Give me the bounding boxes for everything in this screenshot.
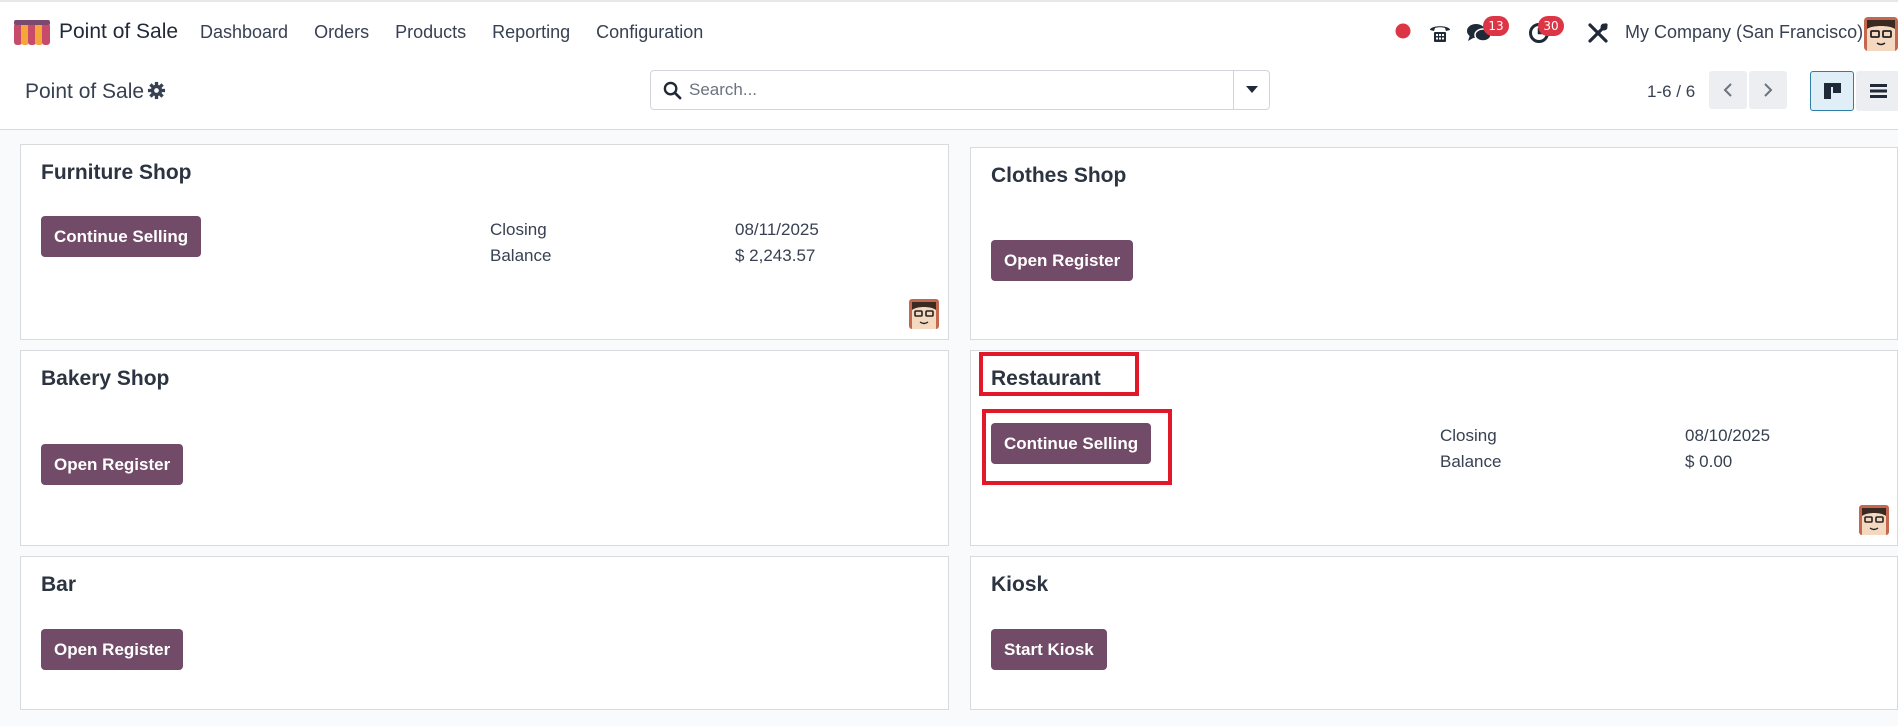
- pager-value[interactable]: 1-6 / 6: [1647, 82, 1695, 102]
- balance-value: $ 0.00: [1685, 452, 1733, 471]
- balance-label: Balance: [490, 246, 552, 265]
- card-title: Restaurant: [991, 367, 1101, 390]
- search-input[interactable]: [689, 71, 1229, 109]
- responsible-avatar[interactable]: [909, 299, 939, 329]
- card-title: Furniture Shop: [41, 161, 192, 184]
- start-kiosk-button[interactable]: Start Kiosk: [991, 629, 1107, 670]
- activities-badge: 30: [1538, 16, 1564, 36]
- closing-date: 08/10/2025: [1685, 426, 1771, 445]
- pos-card-restaurant: Restaurant Continue Selling Closing 08/1…: [970, 350, 1898, 546]
- responsible-avatar[interactable]: [1859, 505, 1889, 535]
- main-menu: Dashboard Orders Products Reporting Conf…: [200, 22, 703, 43]
- card-title: Clothes Shop: [991, 164, 1127, 187]
- card-title: Bakery Shop: [41, 367, 170, 390]
- gear-icon[interactable]: [147, 81, 166, 100]
- kanban-view-button[interactable]: [1810, 71, 1854, 111]
- pager-next-button[interactable]: [1749, 71, 1787, 109]
- balance-value: $ 2,243.57: [735, 246, 816, 265]
- continue-selling-button[interactable]: Continue Selling: [991, 423, 1152, 464]
- chevron-right-icon: [1764, 83, 1773, 97]
- company-switcher[interactable]: My Company (San Francisco): [1625, 22, 1863, 43]
- search-options-toggle[interactable]: [1233, 71, 1269, 109]
- top-navbar: Point of Sale Dashboard Orders Products …: [0, 0, 1898, 62]
- control-panel: Point of Sale 1-6 / 6: [0, 62, 1898, 130]
- closing-date: 08/11/2025: [735, 220, 819, 239]
- pos-card-kiosk: Kiosk Start Kiosk: [970, 556, 1898, 710]
- card-title: Kiosk: [991, 573, 1049, 596]
- app-name[interactable]: Point of Sale: [59, 20, 178, 44]
- record-dot-icon[interactable]: [1395, 23, 1411, 39]
- open-register-button[interactable]: Open Register: [41, 629, 184, 670]
- balance-label: Balance: [1440, 452, 1502, 471]
- card-title: Bar: [41, 573, 77, 596]
- menu-reporting[interactable]: Reporting: [492, 22, 570, 43]
- open-register-button[interactable]: Open Register: [991, 240, 1134, 281]
- search-bar: [650, 70, 1270, 110]
- phone-icon[interactable]: [1428, 22, 1452, 44]
- closing-label: Closing: [490, 220, 547, 239]
- tools-icon[interactable]: [1587, 22, 1609, 44]
- continue-selling-button[interactable]: Continue Selling: [41, 216, 202, 257]
- pos-card-bakery-shop: Bakery Shop Open Register: [20, 350, 949, 546]
- pos-card-bar: Bar Open Register: [20, 556, 949, 710]
- open-register-button[interactable]: Open Register: [41, 444, 184, 485]
- user-avatar-icon[interactable]: [1864, 17, 1898, 51]
- menu-dashboard[interactable]: Dashboard: [200, 22, 288, 43]
- menu-products[interactable]: Products: [395, 22, 466, 43]
- pos-card-clothes-shop: Clothes Shop Open Register: [970, 147, 1898, 340]
- pos-card-furniture-shop: Furniture Shop Continue Selling Closing …: [20, 144, 949, 340]
- caret-down-icon: [1246, 86, 1258, 93]
- messages-badge: 13: [1483, 16, 1509, 36]
- chevron-left-icon: [1723, 83, 1732, 97]
- kanban-view-icon: [1824, 83, 1841, 99]
- pager-previous-button[interactable]: [1709, 71, 1747, 109]
- search-icon: [663, 81, 682, 100]
- page-title: Point of Sale: [25, 80, 145, 103]
- list-view-button[interactable]: [1856, 71, 1898, 111]
- menu-configuration[interactable]: Configuration: [596, 22, 703, 43]
- list-view-icon: [1870, 84, 1887, 98]
- menu-orders[interactable]: Orders: [314, 22, 369, 43]
- pos-logo-icon[interactable]: [14, 20, 50, 47]
- closing-label: Closing: [1440, 426, 1497, 445]
